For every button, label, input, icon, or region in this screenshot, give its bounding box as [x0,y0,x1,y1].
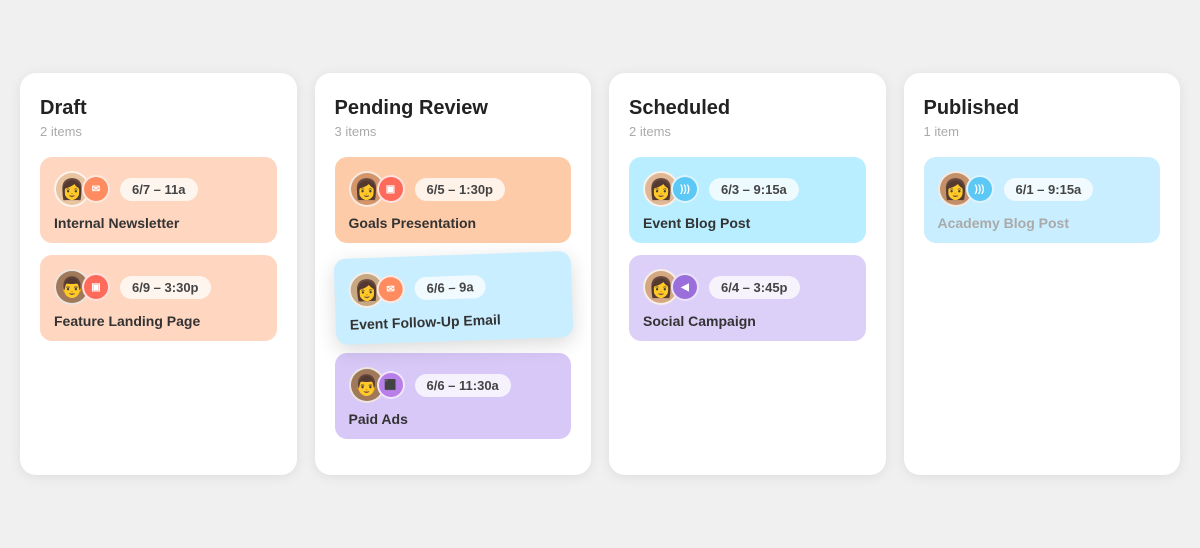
column-draft: Draft 2 items 👩 ✉ 6/7 – 11a Internal New… [20,73,297,475]
date-badge: 6/6 – 9a [414,274,486,299]
type-badge: ✉ [82,175,110,203]
card-title: Event Follow-Up Email [349,309,558,332]
column-title: Pending Review [335,97,572,120]
type-badge: ▣ [377,175,405,203]
card-pending-2[interactable]: 👩 ✉ 6/6 – 9a Event Follow-Up Email [333,251,572,345]
card-title: Feature Landing Page [54,313,263,329]
card-header: 👩 ✉ 6/6 – 9a [348,265,558,308]
column-title: Draft [40,97,277,120]
column-published: Published 1 item 👩 ))) 6/1 – 9:15a Acade… [904,73,1181,475]
column-title: Scheduled [629,97,866,120]
column-count: 2 items [629,124,866,139]
card-sched-2[interactable]: 👩 ◀ 6/4 – 3:45p Social Campaign [629,255,866,341]
card-header: 👩 ▣ 6/5 – 1:30p [349,171,558,207]
type-badge: ⬛ [377,371,405,399]
date-badge: 6/9 – 3:30p [120,276,211,299]
card-header: 👩 ))) 6/3 – 9:15a [643,171,852,207]
date-badge: 6/1 – 9:15a [1004,178,1094,201]
kanban-board: Draft 2 items 👩 ✉ 6/7 – 11a Internal New… [20,73,1180,475]
card-pub-1[interactable]: 👩 ))) 6/1 – 9:15a Academy Blog Post [924,157,1161,243]
card-title: Social Campaign [643,313,852,329]
type-badge: ▣ [82,273,110,301]
type-badge: ))) [671,175,699,203]
card-draft-1[interactable]: 👩 ✉ 6/7 – 11a Internal Newsletter [40,157,277,243]
type-badge: ◀ [671,273,699,301]
card-title: Academy Blog Post [938,215,1147,231]
type-badge: ✉ [376,275,405,304]
column-scheduled: Scheduled 2 items 👩 ))) 6/3 – 9:15a Even… [609,73,886,475]
card-title: Goals Presentation [349,215,558,231]
column-title: Published [924,97,1161,120]
card-header: 👨 ⬛ 6/6 – 11:30a [349,367,558,403]
card-title: Event Blog Post [643,215,852,231]
card-header: 👩 ))) 6/1 – 9:15a [938,171,1147,207]
date-badge: 6/3 – 9:15a [709,178,799,201]
card-header: 👨 ▣ 6/9 – 3:30p [54,269,263,305]
type-badge: ))) [966,175,994,203]
date-badge: 6/4 – 3:45p [709,276,800,299]
card-header: 👩 ✉ 6/7 – 11a [54,171,263,207]
card-title: Internal Newsletter [54,215,263,231]
column-count: 2 items [40,124,277,139]
date-badge: 6/6 – 11:30a [415,374,511,397]
card-draft-2[interactable]: 👨 ▣ 6/9 – 3:30p Feature Landing Page [40,255,277,341]
column-pending: Pending Review 3 items 👩 ▣ 6/5 – 1:30p G… [315,73,592,475]
column-count: 1 item [924,124,1161,139]
column-count: 3 items [335,124,572,139]
card-header: 👩 ◀ 6/4 – 3:45p [643,269,852,305]
card-pending-3[interactable]: 👨 ⬛ 6/6 – 11:30a Paid Ads [335,353,572,439]
card-pending-1[interactable]: 👩 ▣ 6/5 – 1:30p Goals Presentation [335,157,572,243]
card-title: Paid Ads [349,411,558,427]
card-sched-1[interactable]: 👩 ))) 6/3 – 9:15a Event Blog Post [629,157,866,243]
date-badge: 6/7 – 11a [120,178,198,201]
date-badge: 6/5 – 1:30p [415,178,506,201]
